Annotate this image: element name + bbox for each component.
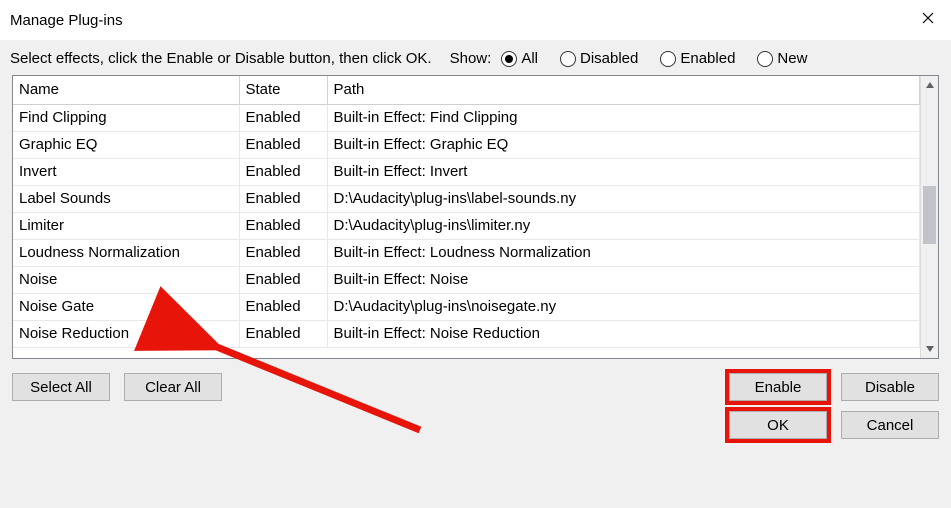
plugin-list: Name State Path Find ClippingEnabledBuil… xyxy=(12,75,939,359)
cell-name: Noise Reduction xyxy=(13,320,239,347)
table-row[interactable]: Loudness NormalizationEnabledBuilt-in Ef… xyxy=(13,239,920,266)
cell-state: Enabled xyxy=(239,266,327,293)
cell-state: Enabled xyxy=(239,104,327,131)
cell-state: Enabled xyxy=(239,293,327,320)
show-label: Show: xyxy=(450,50,492,67)
cell-state: Enabled xyxy=(239,320,327,347)
cell-state: Enabled xyxy=(239,239,327,266)
radio-icon xyxy=(501,51,517,67)
radio-new-label: New xyxy=(777,50,807,67)
button-row-1: Select All Clear All Enable Disable xyxy=(0,359,951,401)
column-header-name[interactable]: Name xyxy=(13,76,239,104)
window-title: Manage Plug-ins xyxy=(10,12,905,29)
enable-button[interactable]: Enable xyxy=(729,373,827,401)
ok-button[interactable]: OK xyxy=(729,411,827,439)
column-header-state[interactable]: State xyxy=(239,76,327,104)
cell-name: Label Sounds xyxy=(13,185,239,212)
scrollbar[interactable] xyxy=(920,76,938,358)
close-icon xyxy=(922,11,934,29)
table-row[interactable]: Find ClippingEnabledBuilt-in Effect: Fin… xyxy=(13,104,920,131)
cell-name: Invert xyxy=(13,158,239,185)
cell-name: Graphic EQ xyxy=(13,131,239,158)
table-row[interactable]: InvertEnabledBuilt-in Effect: Invert xyxy=(13,158,920,185)
cell-state: Enabled xyxy=(239,212,327,239)
cell-name: Limiter xyxy=(13,212,239,239)
table-row[interactable]: Noise ReductionEnabledBuilt-in Effect: N… xyxy=(13,320,920,347)
table-header-row: Name State Path xyxy=(13,76,920,104)
table-row[interactable]: Noise GateEnabledD:\Audacity\plug-ins\no… xyxy=(13,293,920,320)
table-row[interactable]: LimiterEnabledD:\Audacity\plug-ins\limit… xyxy=(13,212,920,239)
instruction-text: Select effects, click the Enable or Disa… xyxy=(10,50,432,67)
cell-state: Enabled xyxy=(239,158,327,185)
window-close-button[interactable] xyxy=(905,0,951,40)
disable-button[interactable]: Disable xyxy=(841,373,939,401)
cell-name: Loudness Normalization xyxy=(13,239,239,266)
cancel-button[interactable]: Cancel xyxy=(841,411,939,439)
cell-path: Built-in Effect: Graphic EQ xyxy=(327,131,920,158)
radio-enabled-label: Enabled xyxy=(680,50,735,67)
scroll-up-icon[interactable] xyxy=(921,76,938,94)
radio-all-label: All xyxy=(521,50,538,67)
radio-disabled[interactable]: Disabled xyxy=(560,50,638,67)
titlebar: Manage Plug-ins xyxy=(0,0,951,40)
cell-name: Noise xyxy=(13,266,239,293)
radio-icon xyxy=(660,51,676,67)
radio-all[interactable]: All xyxy=(501,50,538,67)
table-row[interactable]: Label SoundsEnabledD:\Audacity\plug-ins\… xyxy=(13,185,920,212)
cell-name: Noise Gate xyxy=(13,293,239,320)
cell-name: Find Clipping xyxy=(13,104,239,131)
table-row[interactable]: NoiseEnabledBuilt-in Effect: Noise xyxy=(13,266,920,293)
cell-state: Enabled xyxy=(239,131,327,158)
scroll-down-icon[interactable] xyxy=(921,340,938,358)
cell-path: D:\Audacity\plug-ins\limiter.ny xyxy=(327,212,920,239)
radio-icon xyxy=(560,51,576,67)
cell-state: Enabled xyxy=(239,185,327,212)
radio-new[interactable]: New xyxy=(757,50,807,67)
radio-disabled-label: Disabled xyxy=(580,50,638,67)
cell-path: Built-in Effect: Find Clipping xyxy=(327,104,920,131)
cell-path: D:\Audacity\plug-ins\noisegate.ny xyxy=(327,293,920,320)
clear-all-button[interactable]: Clear All xyxy=(124,373,222,401)
radio-enabled[interactable]: Enabled xyxy=(660,50,735,67)
cell-path: Built-in Effect: Loudness Normalization xyxy=(327,239,920,266)
radio-icon xyxy=(757,51,773,67)
button-row-2: OK Cancel xyxy=(0,401,951,439)
column-header-path[interactable]: Path xyxy=(327,76,920,104)
cell-path: Built-in Effect: Noise Reduction xyxy=(327,320,920,347)
filter-row: Select effects, click the Enable or Disa… xyxy=(0,40,951,75)
select-all-button[interactable]: Select All xyxy=(12,373,110,401)
cell-path: Built-in Effect: Noise xyxy=(327,266,920,293)
cell-path: D:\Audacity\plug-ins\label-sounds.ny xyxy=(327,185,920,212)
cell-path: Built-in Effect: Invert xyxy=(327,158,920,185)
scroll-thumb[interactable] xyxy=(923,186,936,244)
table-row[interactable]: Graphic EQEnabledBuilt-in Effect: Graphi… xyxy=(13,131,920,158)
